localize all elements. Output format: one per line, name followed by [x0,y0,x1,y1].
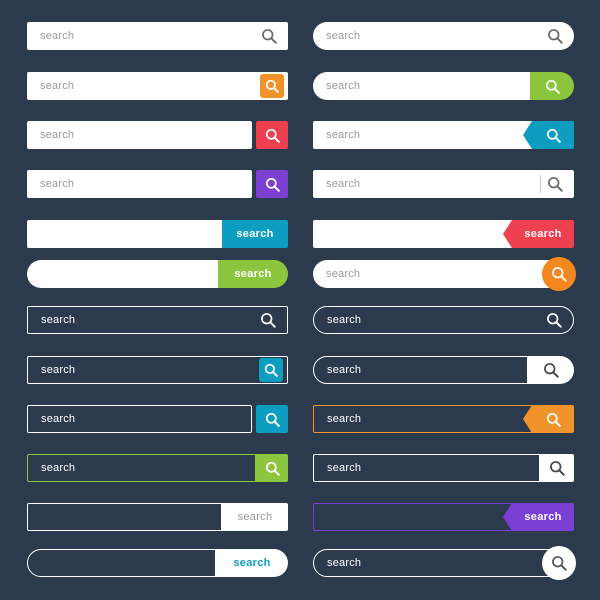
search-button-24[interactable] [542,546,576,580]
divider [540,175,541,193]
search-input-4[interactable]: search [313,72,530,100]
search-input-1[interactable]: search [27,22,288,50]
search-icon[interactable] [261,28,277,44]
search-placeholder-19: search [41,462,76,474]
search-input-18[interactable]: search [313,405,532,433]
search-button-11[interactable]: search [218,260,288,288]
search-bar-10[interactable]: search [313,220,574,248]
search-bar-14[interactable]: search [313,306,574,334]
search-input-2[interactable]: search [313,22,574,50]
search-placeholder-3: search [40,80,75,92]
search-button-17[interactable] [256,405,288,433]
search-input-22[interactable] [313,503,512,531]
search-bar-22[interactable]: search [313,503,574,531]
search-button-3[interactable] [260,74,284,98]
search-placeholder-17: search [41,413,76,425]
search-button-21[interactable]: search [222,503,288,531]
search-placeholder-16: search [327,364,362,376]
search-input-16[interactable]: search [313,356,528,384]
search-placeholder-13: search [41,314,76,326]
search-bar-11[interactable]: search [27,260,288,288]
search-input-11[interactable] [27,260,218,288]
search-placeholder-5: search [40,129,75,141]
search-button-7[interactable] [256,170,288,198]
search-placeholder-2: search [326,30,361,42]
search-bar-7[interactable]: search [27,170,288,198]
search-bar-12[interactable]: search [313,257,576,291]
search-bar-9[interactable]: search [27,220,288,248]
search-input-12[interactable]: search [313,260,574,288]
search-button-12[interactable] [542,257,576,291]
search-placeholder-4: search [326,80,361,92]
search-button-label-23: search [233,557,271,569]
search-icon[interactable] [547,28,563,44]
search-bar-24[interactable]: search [313,546,576,580]
search-input-7[interactable]: search [27,170,252,198]
search-bar-1[interactable]: search [27,22,288,50]
search-placeholder-20: search [327,462,362,474]
search-placeholder-12: search [326,268,361,280]
search-bar-23[interactable]: search [27,549,288,577]
search-placeholder-6: search [326,129,361,141]
search-bar-3[interactable]: search [27,72,288,100]
search-button-label-10: search [524,228,562,240]
search-button-label-21: search [237,511,273,523]
search-input-5[interactable]: search [27,121,252,149]
search-bar-19[interactable]: search [27,454,288,482]
search-bar-kit: search search search search search search sear… [0,0,600,600]
search-input-9[interactable] [27,220,222,248]
search-input-14[interactable]: search [313,306,574,334]
search-button-16[interactable] [528,356,574,384]
search-button-6[interactable] [532,121,574,149]
search-button-22[interactable]: search [512,503,574,531]
search-input-8[interactable]: search [313,170,574,198]
search-button-15[interactable] [259,358,283,382]
search-input-10[interactable] [313,220,512,248]
search-bar-5[interactable]: search [27,121,288,149]
search-placeholder-1: search [40,30,75,42]
search-bar-16[interactable]: search [313,356,574,384]
search-placeholder-15: search [41,364,76,376]
search-button-label-22: search [524,511,562,523]
search-bar-4[interactable]: search [313,72,574,100]
search-input-24[interactable]: search [313,549,574,577]
search-button-19[interactable] [256,454,288,482]
search-bar-13[interactable]: search [27,306,288,334]
search-placeholder-7: search [40,178,75,190]
search-icon[interactable] [547,176,563,192]
search-placeholder-18: search [327,413,362,425]
search-placeholder-14: search [327,314,362,326]
search-icon[interactable] [260,312,276,328]
search-bar-8[interactable]: search [313,170,574,198]
search-button-18[interactable] [532,405,574,433]
search-placeholder-8: search [326,178,361,190]
search-input-17[interactable]: search [27,405,252,433]
search-button-20[interactable] [540,454,574,482]
search-input-23[interactable] [27,549,216,577]
search-button-4[interactable] [530,72,574,100]
search-bar-17[interactable]: search [27,405,288,433]
search-placeholder-24: search [327,557,362,569]
search-button-23[interactable]: search [216,549,288,577]
search-input-21[interactable] [27,503,222,531]
search-button-10[interactable]: search [512,220,574,248]
search-input-20[interactable]: search [313,454,540,482]
search-input-3[interactable]: search [27,72,288,100]
search-button-9[interactable]: search [222,220,288,248]
search-button-5[interactable] [256,121,288,149]
search-bar-15[interactable]: search [27,356,288,384]
search-bar-18[interactable]: search [313,405,574,433]
search-bar-6[interactable]: search [313,121,574,149]
search-bar-2[interactable]: search [313,22,574,50]
search-input-13[interactable]: search [27,306,288,334]
search-button-label-9: search [236,228,274,240]
search-bar-20[interactable]: search [313,454,574,482]
search-input-19[interactable]: search [27,454,256,482]
search-input-6[interactable]: search [313,121,532,149]
search-button-label-11: search [234,268,272,280]
search-input-15[interactable]: search [27,356,288,384]
search-bar-21[interactable]: search [27,503,288,531]
search-icon[interactable] [546,312,562,328]
